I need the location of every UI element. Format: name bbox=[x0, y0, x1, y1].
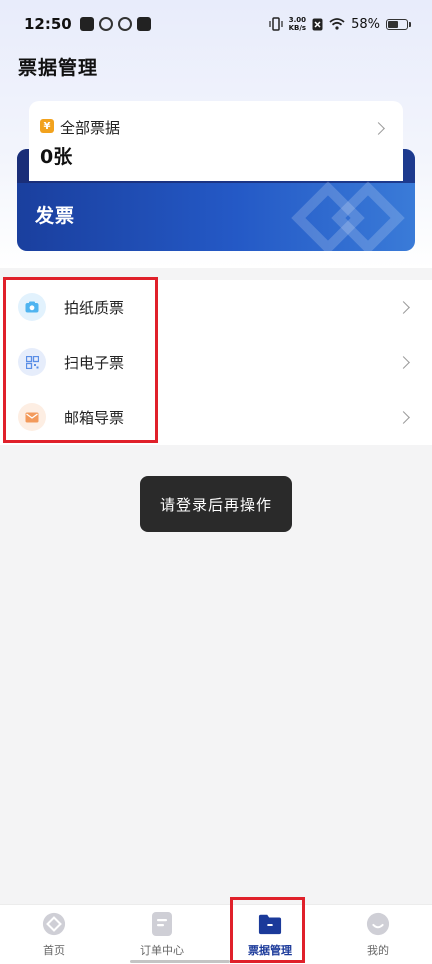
menu-item-label: 拍纸质票 bbox=[64, 299, 125, 317]
menu-item-label: 邮箱导票 bbox=[64, 409, 125, 427]
menu-item-label: 扫电子票 bbox=[64, 354, 125, 372]
nav-orders[interactable]: 订单中心 bbox=[108, 905, 216, 964]
status-bar: 12:50 3.00 KB/s 58% bbox=[0, 0, 432, 48]
chevron-right-icon bbox=[397, 411, 410, 424]
home-icon bbox=[42, 912, 66, 936]
wifi-icon bbox=[329, 18, 345, 30]
camera-icon bbox=[18, 293, 46, 321]
tiktok-icon bbox=[79, 17, 94, 31]
folder-icon bbox=[258, 912, 282, 936]
order-icon bbox=[150, 912, 174, 936]
battery-percent: 58% bbox=[351, 16, 380, 32]
nav-label: 首页 bbox=[43, 944, 65, 957]
sim-off-icon bbox=[312, 18, 323, 30]
qr-code-icon bbox=[18, 348, 46, 376]
menu-item-scan-electronic[interactable]: 扫电子票 bbox=[0, 335, 432, 390]
battery-fill bbox=[388, 20, 399, 28]
all-invoices-label: 全部票据 bbox=[60, 119, 121, 137]
menu-item-email-import[interactable]: 邮箱导票 bbox=[0, 390, 432, 445]
diamond-decoration bbox=[291, 181, 405, 251]
login-toast: 请登录后再操作 bbox=[140, 476, 292, 532]
nav-invoices[interactable]: 票据管理 bbox=[216, 905, 324, 964]
app-notification-icon bbox=[98, 17, 113, 31]
status-right: 3.00 KB/s 58% bbox=[269, 16, 411, 32]
nav-home[interactable]: 首页 bbox=[0, 905, 108, 964]
profile-icon bbox=[366, 912, 390, 936]
bottom-nav: 首页 订单中心 票据管理 我的 bbox=[0, 904, 432, 964]
nav-label: 票据管理 bbox=[248, 944, 292, 957]
nav-profile[interactable]: 我的 bbox=[324, 905, 432, 964]
nav-label: 我的 bbox=[367, 944, 389, 957]
home-indicator bbox=[130, 960, 230, 963]
invoice-label: 发票 bbox=[35, 205, 76, 227]
import-menu: 拍纸质票 扫电子票 邮箱导票 bbox=[0, 280, 432, 445]
network-speed: 3.00 KB/s bbox=[289, 16, 306, 32]
all-invoices-card[interactable]: ¥ 全部票据 0张 bbox=[29, 101, 403, 181]
vibrate-icon bbox=[269, 17, 283, 31]
yuan-icon: ¥ bbox=[40, 119, 54, 133]
speed-value: 3.00 bbox=[288, 16, 306, 24]
battery-icon bbox=[386, 18, 411, 30]
chevron-right-icon bbox=[397, 301, 410, 314]
mail-icon bbox=[18, 403, 46, 431]
link-icon bbox=[117, 17, 132, 31]
app-badge-icon bbox=[136, 17, 151, 31]
chevron-right-icon bbox=[372, 122, 385, 135]
page-title: 票据管理 bbox=[18, 57, 99, 79]
speed-unit: KB/s bbox=[288, 24, 307, 32]
status-time: 12:50 bbox=[24, 15, 72, 33]
chevron-right-icon bbox=[397, 356, 410, 369]
invoice-count: 0张 bbox=[40, 146, 73, 168]
nav-label: 订单中心 bbox=[140, 944, 184, 957]
menu-item-photo-paper[interactable]: 拍纸质票 bbox=[0, 280, 432, 335]
